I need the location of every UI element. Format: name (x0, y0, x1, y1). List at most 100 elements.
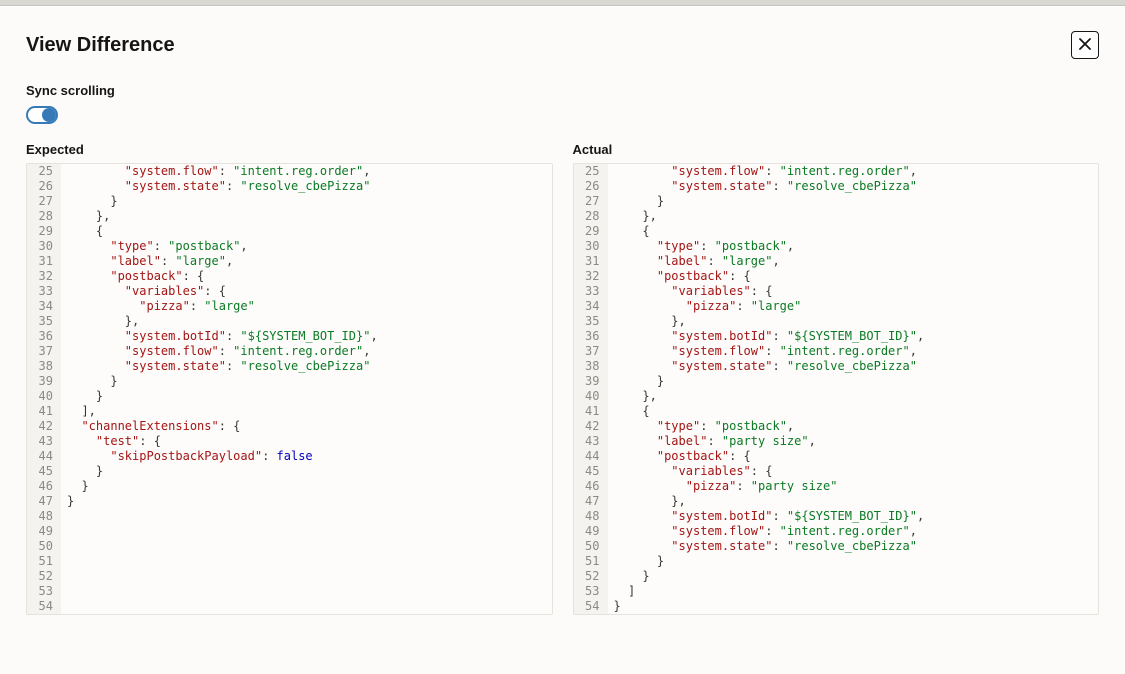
code-content: }, (608, 389, 657, 404)
actual-line: 47 }, (574, 494, 1099, 509)
line-number: 51 (27, 554, 61, 569)
code-content: "channelExtensions": { (61, 419, 240, 434)
code-content: }, (61, 209, 110, 224)
expected-line: 45 } (27, 464, 552, 479)
expected-line: 31 "label": "large", (27, 254, 552, 269)
code-content: } (61, 194, 118, 209)
view-difference-modal: View Difference Sync scrolling Expected … (0, 6, 1125, 674)
expected-line: 40 } (27, 389, 552, 404)
code-content: "system.flow": "intent.reg.order", (608, 164, 917, 179)
code-content: "system.state": "resolve_cbePizza" (61, 179, 370, 194)
expected-line: 39 } (27, 374, 552, 389)
expected-line: 35 }, (27, 314, 552, 329)
line-number: 46 (574, 479, 608, 494)
line-number: 30 (27, 239, 61, 254)
expected-line: 25 "system.flow": "intent.reg.order", (27, 164, 552, 179)
actual-line: 41 { (574, 404, 1099, 419)
actual-line: 46 "pizza": "party size" (574, 479, 1099, 494)
line-number: 50 (27, 539, 61, 554)
line-number: 48 (574, 509, 608, 524)
code-content: "variables": { (608, 284, 773, 299)
line-number: 38 (27, 359, 61, 374)
line-number: 32 (27, 269, 61, 284)
line-number: 49 (27, 524, 61, 539)
expected-line: 47} (27, 494, 552, 509)
line-number: 40 (27, 389, 61, 404)
code-content: } (608, 374, 665, 389)
expected-line: 30 "type": "postback", (27, 239, 552, 254)
code-content: "pizza": "large" (608, 299, 802, 314)
sync-scrolling-toggle[interactable] (26, 106, 58, 124)
actual-line: 36 "system.botId": "${SYSTEM_BOT_ID}", (574, 329, 1099, 344)
expected-line: 53 (27, 584, 552, 599)
expected-line: 41 ], (27, 404, 552, 419)
expected-line: 26 "system.state": "resolve_cbePizza" (27, 179, 552, 194)
actual-line: 44 "postback": { (574, 449, 1099, 464)
actual-line: 29 { (574, 224, 1099, 239)
code-content: "label": "party size", (608, 434, 816, 449)
actual-line: 27 } (574, 194, 1099, 209)
line-number: 33 (574, 284, 608, 299)
line-number: 44 (27, 449, 61, 464)
code-content: "pizza": "party size" (608, 479, 838, 494)
actual-line: 49 "system.flow": "intent.reg.order", (574, 524, 1099, 539)
expected-line: 29 { (27, 224, 552, 239)
line-number: 29 (574, 224, 608, 239)
line-number: 31 (574, 254, 608, 269)
code-content: "skipPostbackPayload": false (61, 449, 313, 464)
line-number: 41 (574, 404, 608, 419)
line-number: 47 (574, 494, 608, 509)
line-number: 28 (27, 209, 61, 224)
line-number: 29 (27, 224, 61, 239)
code-content: } (61, 464, 103, 479)
line-number: 42 (574, 419, 608, 434)
line-number: 32 (574, 269, 608, 284)
line-number: 54 (27, 599, 61, 614)
code-content: "system.botId": "${SYSTEM_BOT_ID}", (608, 509, 925, 524)
code-content: { (61, 224, 103, 239)
actual-line: 53 ] (574, 584, 1099, 599)
line-number: 50 (574, 539, 608, 554)
expected-code-box[interactable]: 25 "system.flow": "intent.reg.order",26 … (26, 163, 553, 615)
code-content: { (608, 224, 650, 239)
expected-line: 48 (27, 509, 552, 524)
line-number: 33 (27, 284, 61, 299)
sync-scrolling-label: Sync scrolling (26, 83, 1099, 98)
code-content: } (608, 599, 621, 614)
code-content: "system.flow": "intent.reg.order", (608, 344, 917, 359)
code-content (61, 584, 74, 599)
page-title: View Difference (26, 34, 175, 57)
line-number: 34 (27, 299, 61, 314)
code-content: "label": "large", (608, 254, 780, 269)
code-content: "system.botId": "${SYSTEM_BOT_ID}", (61, 329, 378, 344)
actual-line: 48 "system.botId": "${SYSTEM_BOT_ID}", (574, 509, 1099, 524)
code-content (61, 509, 74, 524)
code-content: } (608, 569, 650, 584)
actual-pane: Actual 25 "system.flow": "intent.reg.ord… (573, 142, 1100, 615)
line-number: 39 (574, 374, 608, 389)
code-content: "type": "postback", (61, 239, 248, 254)
line-number: 25 (574, 164, 608, 179)
code-content: "system.flow": "intent.reg.order", (61, 344, 370, 359)
expected-line: 44 "skipPostbackPayload": false (27, 449, 552, 464)
code-content: "system.flow": "intent.reg.order", (61, 164, 370, 179)
expected-pane: Expected 25 "system.flow": "intent.reg.o… (26, 142, 553, 615)
code-content: } (61, 479, 89, 494)
expected-pane-title: Expected (26, 142, 553, 157)
actual-line: 50 "system.state": "resolve_cbePizza" (574, 539, 1099, 554)
expected-line: 28 }, (27, 209, 552, 224)
code-content: }, (608, 209, 657, 224)
code-content (61, 554, 74, 569)
actual-code-box[interactable]: 25 "system.flow": "intent.reg.order",26 … (573, 163, 1100, 615)
actual-line: 25 "system.flow": "intent.reg.order", (574, 164, 1099, 179)
toggle-knob (42, 108, 56, 122)
line-number: 36 (27, 329, 61, 344)
code-content: } (608, 554, 665, 569)
actual-line: 39 } (574, 374, 1099, 389)
line-number: 52 (574, 569, 608, 584)
close-button[interactable] (1071, 31, 1099, 59)
code-content: { (608, 404, 650, 419)
actual-line: 35 }, (574, 314, 1099, 329)
line-number: 38 (574, 359, 608, 374)
actual-line: 52 } (574, 569, 1099, 584)
